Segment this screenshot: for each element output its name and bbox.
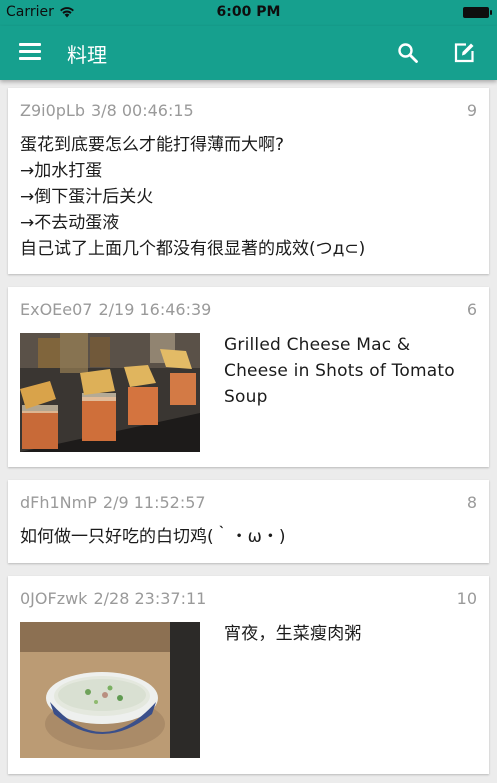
post-id: dFh1NmP: [20, 493, 97, 512]
post-date: 2/19 16:46:39: [98, 300, 212, 319]
post-id: ExOEe07: [20, 300, 93, 319]
reply-count: 8: [466, 493, 477, 512]
post-line: 蛋花到底要怎么才能打得薄而大啊?: [20, 135, 285, 155]
post-card[interactable]: Z9i0pLb 3/8 00:46:15 9 蛋花到底要怎么才能打得薄而大啊? →…: [8, 88, 489, 274]
compose-icon[interactable]: [452, 41, 476, 65]
post-card[interactable]: ExOEe07 2/19 16:46:39 6 Grilled Cheese Ma…: [8, 287, 489, 467]
post-line: →不去动蛋液: [20, 213, 120, 233]
battery-icon: [463, 7, 492, 18]
post-line: 如何做一只好吃的白切鸡(｀・ω・): [20, 527, 286, 547]
post-thumbnail[interactable]: [20, 333, 200, 452]
post-line: →倒下蛋汁后关火: [20, 187, 154, 207]
post-line: →加水打蛋: [20, 161, 103, 181]
post-body: 如何做一只好吃的白切鸡(｀・ω・): [20, 524, 477, 550]
reply-count: 9: [466, 101, 477, 120]
post-title: Grilled Cheese Mac & Cheese in Shots of …: [224, 335, 455, 407]
post-thumbnail[interactable]: [20, 622, 200, 758]
post-title: 宵夜，生菜瘦肉粥: [224, 624, 362, 644]
reply-count: 6: [466, 300, 477, 319]
post-id: Z9i0pLb: [20, 101, 85, 120]
post-card[interactable]: dFh1NmP 2/9 11:52:57 8 如何做一只好吃的白切鸡(｀・ω・): [8, 480, 489, 563]
menu-icon[interactable]: [19, 43, 41, 63]
status-bar: Carrier 6:00 PM: [0, 0, 497, 26]
post-id: 0JOFzwk: [20, 589, 88, 608]
app-bar: 料理: [0, 26, 497, 80]
post-meta: ExOEe07 2/19 16:46:39: [20, 300, 211, 319]
post-meta: dFh1NmP 2/9 11:52:57: [20, 493, 206, 512]
post-line: 自己试了上面几个都没有很显著的成效(つд⊂): [20, 239, 366, 259]
status-time: 6:00 PM: [216, 4, 281, 20]
post-card[interactable]: 0JOFzwk 2/28 23:37:11 10 宵夜，生菜瘦肉粥: [8, 576, 489, 774]
search-icon[interactable]: [396, 41, 420, 65]
post-date: 2/28 23:37:11: [93, 589, 207, 608]
post-date: 2/9 11:52:57: [102, 493, 206, 512]
page-title: 料理: [67, 43, 107, 67]
reply-count: 10: [456, 589, 477, 608]
post-body: 蛋花到底要怎么才能打得薄而大啊? →加水打蛋 →倒下蛋汁后关火 →不去动蛋液 自…: [20, 132, 477, 262]
post-meta: Z9i0pLb 3/8 00:46:15: [20, 101, 194, 120]
post-meta: 0JOFzwk 2/28 23:37:11: [20, 589, 206, 608]
post-date: 3/8 00:46:15: [91, 101, 194, 120]
